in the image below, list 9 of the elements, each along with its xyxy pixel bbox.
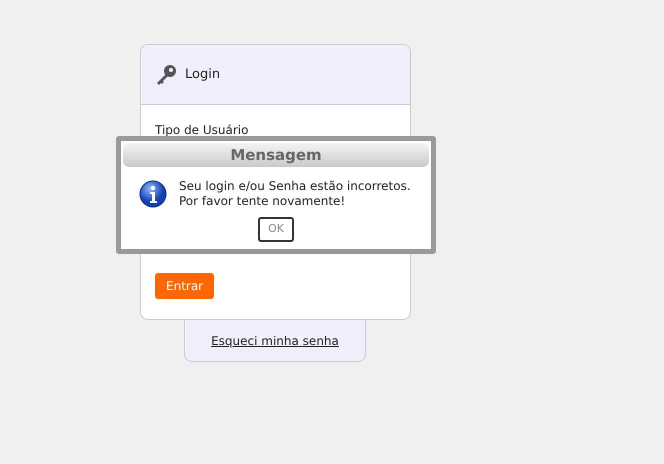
info-icon — [139, 180, 167, 208]
ok-button[interactable]: OK — [258, 217, 294, 242]
dialog-message: Seu login e/ou Senha estão incorretos. Por favor tente novamente! — [179, 179, 411, 209]
card-title: Login — [185, 66, 220, 84]
submit-button[interactable]: Entrar — [155, 273, 214, 299]
forgot-password-link[interactable]: Esqueci minha senha — [211, 332, 339, 350]
field-label: Tipo de Usuário — [155, 122, 250, 139]
dialog-title: Mensagem — [123, 143, 429, 167]
key-icon — [155, 64, 177, 86]
